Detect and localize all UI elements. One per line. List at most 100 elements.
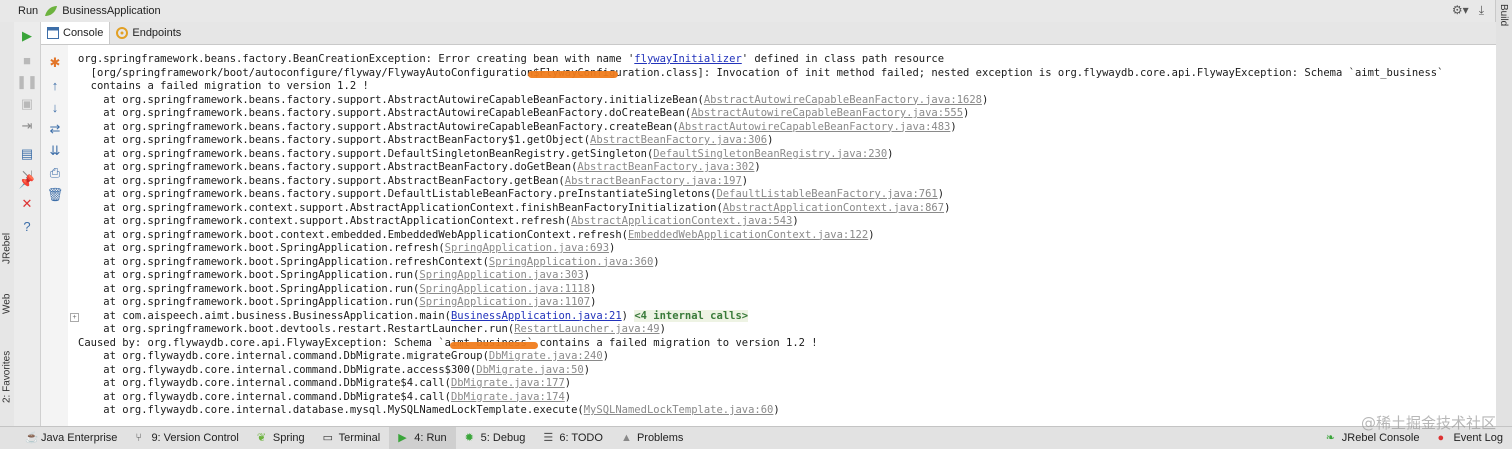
console-text: ' defined in class path resource: [741, 53, 945, 65]
bottom-tab-terminal[interactable]: ▭ Terminal: [314, 427, 390, 449]
console-output[interactable]: org.springframework.beans.factory.BeanCr…: [68, 45, 1496, 426]
bottom-tab-label: 5: Debug: [480, 432, 526, 444]
expand-fold-icon[interactable]: +: [70, 312, 79, 322]
source-link[interactable]: DbMigrate.java:174: [451, 391, 565, 403]
todo-icon: ☰: [543, 432, 554, 444]
console-line: [org/springframework/boot/autoconfigure/…: [78, 67, 1444, 81]
source-link[interactable]: SpringApplication.java:1118: [419, 283, 590, 295]
console-text: at org.springframework.beans.factory.sup…: [78, 188, 717, 200]
bottom-tab-6-todo[interactable]: ☰ 6: TODO: [534, 427, 612, 449]
console-toolbar: ✱ ↑ ↓ ⇄ ⇊ ⎙ 🗑: [41, 45, 69, 426]
bottom-tab-java-enterprise[interactable]: ☕ Java Enterprise: [16, 427, 126, 449]
internal-calls-fold[interactable]: <4 internal calls>: [634, 309, 749, 322]
console-line: at org.springframework.context.support.A…: [78, 215, 1443, 229]
hide-panel-icon[interactable]: ⤓: [1479, 3, 1484, 18]
bottom-tab-label: 6: TODO: [559, 432, 603, 444]
console-text: ): [887, 147, 894, 160]
bottom-tab-label: 4: Run: [414, 432, 447, 444]
help-icon[interactable]: ?: [19, 218, 35, 234]
console-text: ): [583, 269, 591, 281]
source-link[interactable]: BusinessApplication.java:21: [451, 310, 622, 322]
console-text: ): [621, 309, 635, 322]
bottom-tool-bar: ☕ Java Enterprise ⑂ 9: Version Control ❦ Spri…: [0, 426, 1512, 449]
jrebel-icon: ❧: [1325, 432, 1336, 444]
console-text: at org.springframework.context.support.A…: [78, 201, 723, 214]
console-text: at org.springframework.beans.factory.sup…: [78, 134, 591, 146]
run-toolbar: ▶ ■ ❚❚ ▣ ⇥ ▤ ⇲ 📌 ✕ ?: [14, 22, 41, 426]
console-icon: [47, 27, 59, 39]
source-link[interactable]: DefaultListableBeanFactory.java:761: [716, 188, 937, 200]
console-text: at org.springframework.boot.SpringApplic…: [78, 282, 420, 295]
spring-boot-icon: [44, 5, 58, 17]
console-line: at org.springframework.boot.SpringApplic…: [78, 256, 1443, 270]
restore-layout-icon[interactable]: ▤: [19, 146, 35, 162]
close-icon[interactable]: ✕: [19, 196, 35, 212]
console-line: at org.springframework.beans.factory.sup…: [78, 188, 1443, 202]
pin-icon[interactable]: 📌: [19, 174, 35, 190]
source-link[interactable]: DbMigrate.java:177: [451, 377, 565, 389]
source-link[interactable]: AbstractApplicationContext.java:867: [723, 202, 944, 214]
bottom-tab-spring[interactable]: ❦ Spring: [248, 427, 314, 449]
source-link[interactable]: flywayInitializer: [634, 53, 741, 65]
stop-icon[interactable]: ■: [19, 52, 35, 68]
clear-all-icon[interactable]: 🗑: [47, 187, 64, 203]
source-link[interactable]: DbMigrate.java:240: [489, 350, 603, 362]
source-link[interactable]: DbMigrate.java:50: [476, 364, 583, 376]
run-label: Run: [18, 5, 39, 17]
console-text: ): [767, 134, 774, 146]
source-link[interactable]: AbstractApplicationContext.java:543: [571, 215, 792, 227]
console-text: ): [950, 120, 957, 133]
source-link[interactable]: DefaultSingletonBeanRegistry.java:230: [653, 148, 887, 160]
pause-icon[interactable]: ❚❚: [16, 74, 38, 90]
tab-console-label: Console: [63, 27, 104, 39]
console-text: at org.flywaydb.core.internal.command.Db…: [78, 377, 451, 389]
console-text: ): [741, 174, 749, 187]
terminal-icon: ▭: [322, 432, 334, 444]
tab-console[interactable]: Console: [41, 22, 111, 44]
source-link[interactable]: SpringApplication.java:693: [445, 242, 609, 254]
left-tool-strip: JRebel Web 2: Favorites: [0, 22, 15, 426]
build-tab[interactable]: Build: [1498, 4, 1509, 26]
bottom-tab-5-debug[interactable]: ✹ 5: Debug: [456, 427, 535, 449]
source-link[interactable]: AbstractBeanFactory.java:302: [577, 161, 754, 173]
settings-gear-icon[interactable]: ⚙︎▾: [1452, 3, 1469, 18]
web-side-tab[interactable]: Web: [0, 284, 14, 324]
spring-icon: ❦: [256, 432, 267, 444]
console-text: ): [653, 255, 660, 268]
camera-icon[interactable]: ▣: [19, 96, 35, 112]
tab-endpoints[interactable]: Endpoints: [110, 22, 187, 44]
soft-wrap-icon[interactable]: ⇄: [47, 121, 63, 137]
jrebel-side-tab[interactable]: JRebel: [0, 222, 14, 274]
version-control-icon: ⑂: [135, 432, 143, 444]
source-link[interactable]: AbstractBeanFactory.java:306: [590, 134, 767, 146]
console-text: at org.springframework.boot.SpringApplic…: [78, 242, 445, 254]
down-arrow-icon[interactable]: ↓: [47, 99, 63, 115]
tab-endpoints-label: Endpoints: [132, 27, 182, 39]
run-config-name[interactable]: BusinessApplication: [62, 5, 160, 17]
source-link[interactable]: AbstractAutowireCapableBeanFactory.java:…: [679, 121, 951, 133]
console-text: ): [944, 201, 951, 214]
source-link[interactable]: MySQLNamedLockTemplate.java:60: [584, 404, 774, 416]
source-link[interactable]: SpringApplication.java:360: [489, 256, 653, 268]
source-link[interactable]: AbstractAutowireCapableBeanFactory.java:…: [691, 107, 963, 119]
bottom-tab-label: Java Enterprise: [41, 432, 118, 444]
source-link[interactable]: RestartLauncher.java:49: [514, 323, 659, 335]
debug-icon: ✹: [464, 432, 474, 444]
spring-boot-actuator-icon[interactable]: ✱: [47, 55, 63, 71]
source-link[interactable]: AbstractAutowireCapableBeanFactory.java:…: [704, 94, 982, 106]
source-link[interactable]: SpringApplication.java:1107: [419, 296, 590, 308]
source-link[interactable]: SpringApplication.java:303: [419, 269, 583, 281]
rerun-icon[interactable]: ▶: [19, 28, 35, 44]
jrebel-side-tab-label: JRebel: [1, 232, 13, 264]
scroll-to-end-icon[interactable]: ⇊: [47, 143, 63, 159]
exit-icon[interactable]: ⇥: [19, 118, 35, 134]
bottom-tab-9-version-control[interactable]: ⑂ 9: Version Control: [126, 427, 247, 449]
source-link[interactable]: AbstractBeanFactory.java:197: [565, 175, 742, 187]
source-link[interactable]: EmbeddedWebApplicationContext.java:122: [628, 229, 868, 241]
console-line: at org.springframework.context.support.A…: [78, 202, 1443, 216]
bottom-tab-problems[interactable]: ▲ Problems: [612, 427, 692, 449]
print-icon[interactable]: ⎙: [47, 165, 63, 181]
bottom-tab-4-run[interactable]: ▶ 4: Run: [389, 427, 456, 449]
up-arrow-icon[interactable]: ↑: [47, 77, 63, 93]
favorites-side-tab[interactable]: 2: Favorites: [0, 337, 14, 417]
